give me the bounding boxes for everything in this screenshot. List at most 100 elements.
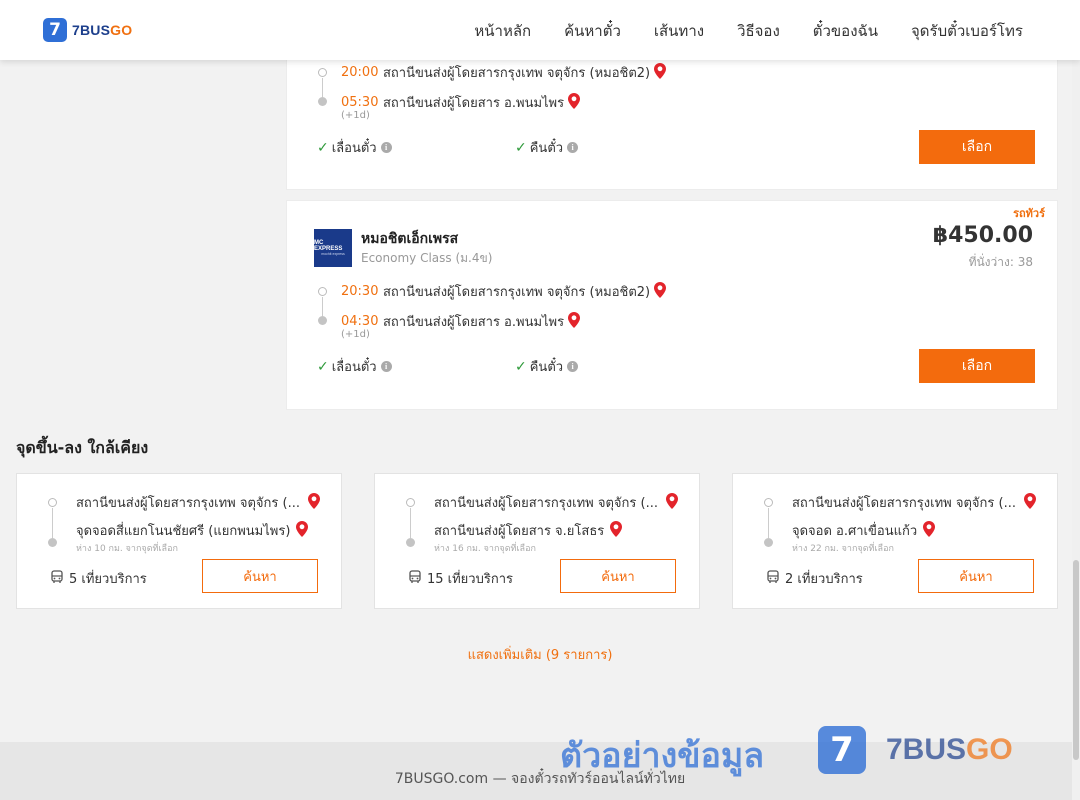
operator-logo: MC EXPRESS mochit express: [314, 229, 352, 267]
route-line: [768, 508, 769, 538]
nearby-distance: ห่าง 22 กม. จากจุดที่เลือก: [792, 544, 894, 554]
map-pin-icon[interactable]: [296, 520, 309, 541]
trip-card: 20:00 สถานีขนส่งผู้โดยสารกรุงเทพ จตุจักร…: [286, 56, 1058, 190]
sample-data-watermark: ตัวอย่างข้อมูล: [560, 736, 765, 776]
depart-stop: 20:30 สถานีขนส่งผู้โดยสารกรุงเทพ จตุจักร…: [341, 281, 667, 302]
nearby-to: จุดจอดสี่แยกโนนชัยศรี (แยกพนมไพร): [76, 520, 309, 541]
watermark-logo-mark-icon: 7: [818, 726, 866, 774]
nearby-distance: ห่าง 10 กม. จากจุดที่เลือก: [76, 544, 178, 554]
operator-name: หมอชิตเอ็กเพรส: [361, 231, 459, 247]
check-icon: ✓: [515, 358, 527, 375]
nearby-from-label: สถานีขนส่งผู้โดยสารกรุงเทพ จตุจักร (...: [792, 496, 1016, 511]
nearby-search-button[interactable]: ค้นหา: [560, 559, 676, 593]
nearby-route-card: สถานีขนส่งผู้โดยสารกรุงเทพ จตุจักร (... …: [16, 473, 342, 609]
depart-station: สถานีขนส่งผู้โดยสารกรุงเทพ จตุจักร (หมอช…: [383, 285, 651, 300]
nearby-from-label: สถานีขนส่งผู้โดยสารกรุงเทพ จตุจักร (...: [76, 496, 300, 511]
main-nav: หน้าหลัก ค้นหาตั๋ว เส้นทาง วิธีจอง ตั๋วข…: [474, 19, 1023, 43]
map-pin-icon[interactable]: [923, 520, 936, 541]
map-pin-icon[interactable]: [610, 520, 623, 541]
map-pin-icon[interactable]: [1023, 492, 1036, 513]
nearby-to: จุดจอด อ.ศาเขื่อนแก้ว: [792, 520, 936, 541]
nearby-to-label: จุดจอดสี่แยกโนนชัยศรี (แยกพนมไพร): [76, 524, 291, 539]
select-trip-button[interactable]: เลือก: [919, 349, 1035, 383]
operator-logo-subtext: mochit express: [321, 252, 345, 256]
route-line: [322, 297, 323, 316]
depart-dot-icon: [318, 68, 327, 77]
arrive-dot-icon: [318, 316, 327, 325]
map-pin-icon[interactable]: [654, 62, 667, 83]
nearby-to-label: สถานีขนส่งผู้โดยสาร จ.ยโสธร: [434, 524, 605, 539]
info-icon[interactable]: i: [380, 142, 392, 153]
route-line: [52, 508, 53, 538]
policy-change-label: เลื่อนตั๋ว: [331, 141, 377, 156]
site-header: 7 7BUSGO หน้าหลัก ค้นหาตั๋ว เส้นทาง วิธี…: [0, 0, 1080, 60]
logo-mark-icon: 7: [43, 18, 67, 42]
trip-card: รถทัวร์ MC EXPRESS mochit express หมอชิต…: [286, 200, 1058, 410]
services-count: 2 เที่ยวบริการ: [785, 572, 863, 587]
map-pin-icon[interactable]: [654, 281, 667, 302]
nearby-search-button[interactable]: ค้นหา: [918, 559, 1034, 593]
depart-dot-icon: [318, 287, 327, 296]
arrive-stop: 04:30 สถานีขนส่งผู้โดยสาร อ.พนมไพร: [341, 311, 581, 332]
nearby-services: 15 เที่ยวบริการ: [408, 568, 513, 589]
nav-how-to-book[interactable]: วิธีจอง: [737, 19, 780, 43]
map-pin-icon[interactable]: [307, 492, 320, 513]
operator-logo-text: MC EXPRESS: [314, 240, 343, 252]
from-dot-icon: [406, 498, 415, 507]
nav-routes[interactable]: เส้นทาง: [654, 19, 704, 43]
policy-refund: ✓ คืนตั๋ว i: [515, 137, 579, 158]
to-dot-icon: [406, 538, 415, 547]
nearby-route-card: สถานีขนส่งผู้โดยสารกรุงเทพ จตุจักร (... …: [374, 473, 700, 609]
to-dot-icon: [48, 538, 57, 547]
to-dot-icon: [764, 538, 773, 547]
arrive-station: สถานีขนส่งผู้โดยสาร อ.พนมไพร: [383, 315, 565, 330]
nearby-from: สถานีขนส่งผู้โดยสารกรุงเทพ จตุจักร (...: [434, 492, 678, 513]
map-pin-icon[interactable]: [568, 311, 581, 332]
nearby-from: สถานีขนส่งผู้โดยสารกรุงเทพ จตุจักร (...: [792, 492, 1036, 513]
nav-my-tickets[interactable]: ตั๋วของฉัน: [813, 19, 878, 43]
arrive-dot-icon: [318, 97, 327, 106]
watermark-logo-text: 7BUSGO: [886, 733, 1013, 766]
seats-available: ที่นั่งว่าง: 38: [968, 255, 1033, 269]
bus-type-badge: รถทัวร์: [1013, 207, 1045, 220]
nav-ticket-pickup[interactable]: จุดรับตั๋วเบอร์โทร: [911, 19, 1023, 43]
nav-home[interactable]: หน้าหลัก: [474, 19, 531, 43]
nearby-section-title: จุดขึ้น-ลง ใกล้เคียง: [16, 438, 149, 457]
info-icon[interactable]: i: [380, 361, 392, 372]
next-day-label: (+1d): [341, 329, 370, 340]
map-pin-icon[interactable]: [568, 92, 581, 113]
from-dot-icon: [764, 498, 773, 507]
arrive-stop: 05:30 สถานีขนส่งผู้โดยสาร อ.พนมไพร: [341, 92, 581, 113]
next-day-label: (+1d): [341, 110, 370, 121]
bus-class: Economy Class (ม.4ข): [361, 251, 493, 265]
nearby-search-button[interactable]: ค้นหา: [202, 559, 318, 593]
policy-change: ✓ เลื่อนตั๋ว i: [317, 137, 392, 158]
map-pin-icon[interactable]: [665, 492, 678, 513]
depart-stop: 20:00 สถานีขนส่งผู้โดยสารกรุงเทพ จตุจักร…: [341, 62, 667, 83]
policy-change-label: เลื่อนตั๋ว: [331, 360, 377, 375]
site-logo[interactable]: 7 7BUSGO: [43, 18, 132, 42]
bus-icon: [408, 569, 422, 588]
nearby-services: 2 เที่ยวบริการ: [766, 568, 863, 589]
nearby-services: 5 เที่ยวบริการ: [50, 568, 147, 589]
info-icon[interactable]: i: [567, 142, 579, 153]
scrollbar-thumb[interactable]: [1073, 560, 1079, 760]
check-icon: ✓: [317, 139, 329, 156]
depart-time: 20:00: [341, 65, 379, 80]
info-icon[interactable]: i: [567, 361, 579, 372]
depart-time: 20:30: [341, 284, 379, 299]
nearby-distance: ห่าง 16 กม. จากจุดที่เลือก: [434, 544, 536, 554]
from-dot-icon: [48, 498, 57, 507]
nav-search-tickets[interactable]: ค้นหาตั๋ว: [564, 19, 621, 43]
select-trip-button[interactable]: เลือก: [919, 130, 1035, 164]
show-more-link[interactable]: แสดงเพิ่มเติม (9 รายการ): [0, 644, 1080, 665]
ticket-price: ฿450.00: [932, 223, 1033, 248]
watermark-logo: 7 7BUSGO: [818, 726, 1013, 774]
arrive-station: สถานีขนส่งผู้โดยสาร อ.พนมไพร: [383, 96, 565, 111]
arrive-time: 05:30: [341, 95, 379, 110]
bus-icon: [50, 569, 64, 588]
logo-text: 7BUSGO: [72, 22, 133, 38]
route-line: [410, 508, 411, 538]
nearby-from-label: สถานีขนส่งผู้โดยสารกรุงเทพ จตุจักร (...: [434, 496, 658, 511]
services-count: 5 เที่ยวบริการ: [69, 572, 147, 587]
